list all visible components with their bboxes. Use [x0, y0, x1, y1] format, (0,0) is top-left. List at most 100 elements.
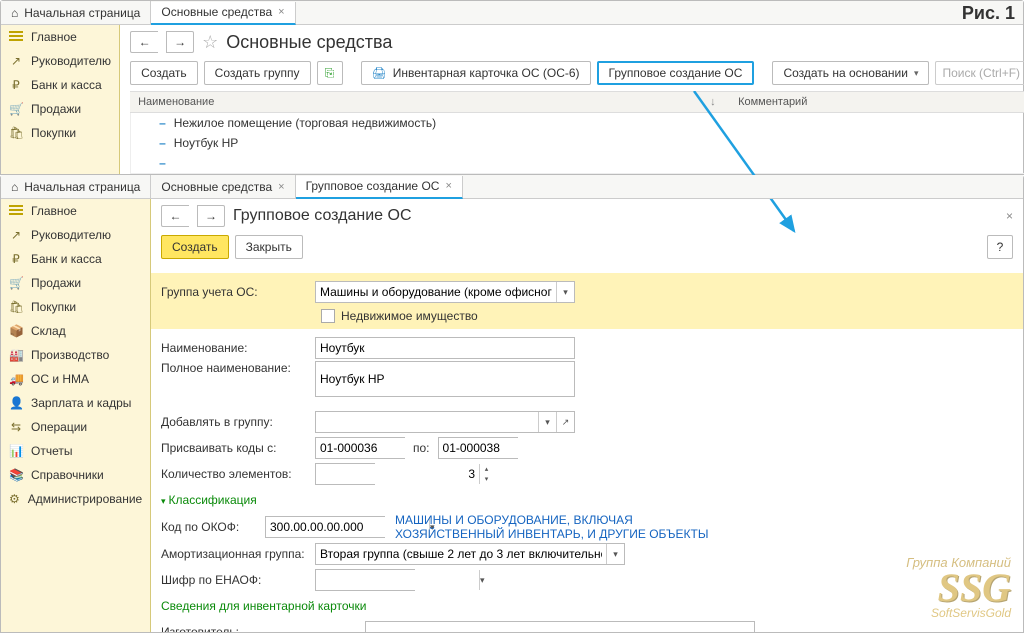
maker-input[interactable]	[365, 621, 755, 632]
create-group-button[interactable]: Создать группу	[204, 61, 311, 85]
chevron-down-icon[interactable]: ▾	[479, 570, 485, 590]
invcard-link[interactable]: Сведения для инвентарной карточки	[161, 599, 366, 613]
chevron-down-icon[interactable]: ▾	[556, 282, 574, 302]
tab-fixed-assets[interactable]: Основные средства×	[151, 175, 295, 198]
table-header: Наименование Комментарий↓	[130, 91, 1024, 113]
fullname-input[interactable]	[315, 361, 575, 397]
amort-label: Амортизационная группа:	[161, 547, 311, 561]
chevron-down-icon[interactable]: ▾	[538, 412, 556, 432]
sidebar-item-purchases[interactable]: 🛍Покупки	[1, 121, 119, 145]
checkbox-icon	[321, 309, 335, 323]
sidebar-item-main[interactable]: Главное	[1, 199, 150, 223]
nav-back-button[interactable]: ←	[161, 205, 189, 227]
report-icon: 📊	[9, 444, 23, 458]
code-to-input[interactable]	[438, 437, 518, 459]
cell: Нежилое помещение (торговая недвижимость…	[174, 116, 436, 130]
tab-home[interactable]: ⌂Начальная страница	[1, 175, 151, 198]
sidebar-item-sales[interactable]: 🛒Продажи	[1, 271, 150, 295]
maker-label: Изготовитель:	[161, 625, 361, 632]
sidebar-item-operations[interactable]: ⇆Операции	[1, 415, 150, 439]
close-button[interactable]: ×	[1006, 209, 1013, 223]
sidebar-item-salary[interactable]: 👤Зарплата и кадры	[1, 391, 150, 415]
name-label: Наименование:	[161, 341, 311, 355]
tab-label: Начальная страница	[24, 180, 140, 194]
assign-label: Присваивать коды с:	[161, 441, 311, 455]
sidebar-label: Главное	[31, 30, 77, 44]
chevron-down-icon[interactable]: ▾	[606, 544, 624, 564]
sidebar-item-main[interactable]: Главное	[1, 25, 119, 49]
create-button[interactable]: Создать	[130, 61, 198, 85]
print-icon: 🖨	[372, 66, 387, 80]
amort-combo[interactable]: ▾	[315, 543, 625, 565]
sidebar-item-sales[interactable]: 🛒 Продажи	[1, 97, 119, 121]
tab-fixed-assets[interactable]: Основные средства ×	[151, 2, 295, 25]
enaof-combo[interactable]: ▾	[315, 569, 415, 591]
nav-fwd-button[interactable]: →	[197, 205, 225, 227]
books-icon: 📚	[9, 468, 23, 482]
chart-icon: ↗	[9, 228, 23, 242]
cart-icon: 🛒	[9, 102, 23, 116]
open-icon[interactable]: ↗	[556, 412, 574, 432]
tab-label: Начальная страница	[24, 6, 140, 20]
close-form-button[interactable]: Закрыть	[235, 235, 303, 259]
col-name[interactable]: Наименование	[130, 96, 730, 108]
sidebar-item-production[interactable]: 🏭Производство	[1, 343, 150, 367]
code-from-input[interactable]: ▴▾	[315, 437, 405, 459]
nav-fwd-button[interactable]: →	[166, 31, 194, 53]
tab-home[interactable]: ⌂Начальная страница	[1, 1, 151, 24]
tab-label: Основные средства	[161, 5, 272, 19]
help-button[interactable]: ?	[987, 235, 1013, 259]
tab-label: Групповое создание ОС	[306, 179, 440, 193]
group-create-button[interactable]: Групповое создание ОС	[597, 61, 755, 85]
sidebar-item-manager[interactable]: ↗Руководителю	[1, 223, 150, 247]
menu-icon	[9, 29, 23, 46]
addgroup-combo[interactable]: ▾↗	[315, 411, 575, 433]
sidebar-item-reports[interactable]: 📊Отчеты	[1, 439, 150, 463]
table-row[interactable]: –Ноутбук HP	[131, 133, 1024, 153]
sidebar-item-osnma[interactable]: 🚚ОС и НМА	[1, 367, 150, 391]
table-row[interactable]: –	[131, 153, 1024, 173]
bottom-sidebar: Главное ↗Руководителю ₽Банк и касса 🛒Про…	[1, 199, 151, 632]
create-based-button[interactable]: Создать на основании▾	[772, 61, 929, 85]
sidebar-label: Продажи	[31, 102, 81, 116]
close-icon[interactable]: ×	[278, 6, 284, 18]
col-comment[interactable]: Комментарий↓	[730, 96, 1024, 108]
addgroup-label: Добавлять в группу:	[161, 415, 311, 429]
count-label: Количество элементов:	[161, 467, 311, 481]
count-input[interactable]: ▴▾	[315, 463, 375, 485]
immovable-checkbox[interactable]: Недвижимое имущество	[321, 309, 1013, 323]
sidebar-item-admin[interactable]: ⚙Администрирование	[1, 487, 150, 511]
copy-button[interactable]: ⎘	[317, 61, 343, 85]
menu-icon	[9, 203, 23, 220]
name-input[interactable]	[315, 337, 575, 359]
close-icon[interactable]: ×	[445, 180, 451, 192]
close-icon[interactable]: ×	[278, 181, 284, 193]
inventory-card-button[interactable]: 🖨Инвентарная карточка ОС (ОС-6)	[361, 61, 591, 85]
okof-combo[interactable]: ▾	[265, 516, 385, 538]
to-label: по:	[413, 441, 430, 455]
classification-link[interactable]: Классификация	[161, 493, 257, 507]
sidebar-item-catalogs[interactable]: 📚Справочники	[1, 463, 150, 487]
page-title: Групповое создание ОС	[233, 207, 412, 225]
sidebar-item-manager[interactable]: ↗Руководителю	[1, 49, 119, 73]
sidebar-item-bank[interactable]: ₽Банк и касса	[1, 73, 119, 97]
sidebar-label: Покупки	[31, 126, 76, 140]
bag-icon: 🛍	[9, 300, 23, 314]
table-row[interactable]: –Нежилое помещение (торговая недвижимост…	[131, 113, 1024, 133]
sidebar-item-warehouse[interactable]: 📦Склад	[1, 319, 150, 343]
box-icon: 📦	[9, 324, 23, 338]
spin-down[interactable]: ▾	[479, 474, 493, 484]
search-input[interactable]: Поиск (Ctrl+F)×	[935, 61, 1024, 85]
group-combo[interactable]: ▾	[315, 281, 575, 303]
create-button[interactable]: Создать	[161, 235, 229, 259]
okof-description[interactable]: МАШИНЫ И ОБОРУДОВАНИЕ, ВКЛЮЧАЯ ХОЗЯЙСТВЕ…	[395, 513, 715, 541]
sidebar-item-bank[interactable]: ₽Банк и касса	[1, 247, 150, 271]
spin-up[interactable]: ▴	[479, 464, 493, 474]
page-title: Основные средства	[226, 32, 392, 53]
nav-back-button[interactable]: ←	[130, 31, 158, 53]
cell: Ноутбук HP	[174, 136, 239, 150]
sidebar-item-purchases[interactable]: 🛍Покупки	[1, 295, 150, 319]
star-icon[interactable]: ☆	[202, 32, 218, 53]
group-input[interactable]	[316, 282, 556, 302]
tab-group-create[interactable]: Групповое создание ОС ×	[296, 176, 463, 199]
